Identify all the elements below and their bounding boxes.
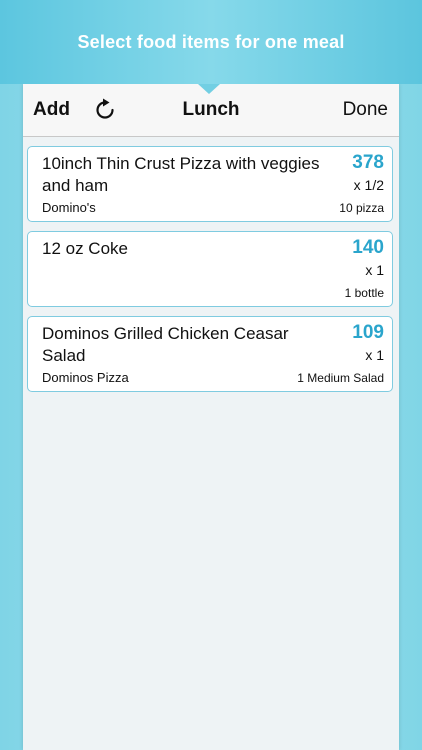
promo-banner: Select food items for one meal (0, 0, 422, 84)
food-item-serving: 1 Medium Salad (297, 371, 384, 385)
food-item-multiplier: x 1/2 (353, 177, 384, 193)
food-item-calories: 140 (352, 237, 384, 258)
food-item-calories: 109 (352, 322, 384, 343)
food-item-card[interactable]: 10inch Thin Crust Pizza with veggies and… (27, 146, 393, 222)
banner-caption: Select food items for one meal (77, 32, 345, 52)
food-item-card[interactable]: 12 oz Coke 140 x 1 1 bottle (27, 231, 393, 307)
food-item-multiplier: x 1 (365, 347, 384, 363)
food-item-serving: 1 bottle (344, 286, 384, 300)
food-item-serving: 10 pizza (339, 201, 384, 215)
food-item-list: 10inch Thin Crust Pizza with veggies and… (27, 146, 395, 401)
food-item-card[interactable]: Dominos Grilled Chicken Ceasar Salad 109… (27, 316, 393, 392)
food-item-name: Dominos Grilled Chicken Ceasar Salad (42, 324, 289, 365)
food-item-name: 10inch Thin Crust Pizza with veggies and… (42, 154, 320, 195)
banner-pointer (198, 84, 220, 94)
food-item-brand: Domino's (42, 200, 96, 215)
food-item-name: 12 oz Coke (42, 239, 128, 258)
done-button[interactable]: Done (343, 99, 388, 121)
food-item-calories: 378 (352, 152, 384, 173)
food-item-brand: Dominos Pizza (42, 370, 129, 385)
app-screen: Add Lunch Done 10inch Thin Crust Pizza w… (23, 84, 399, 750)
food-item-multiplier: x 1 (365, 262, 384, 278)
